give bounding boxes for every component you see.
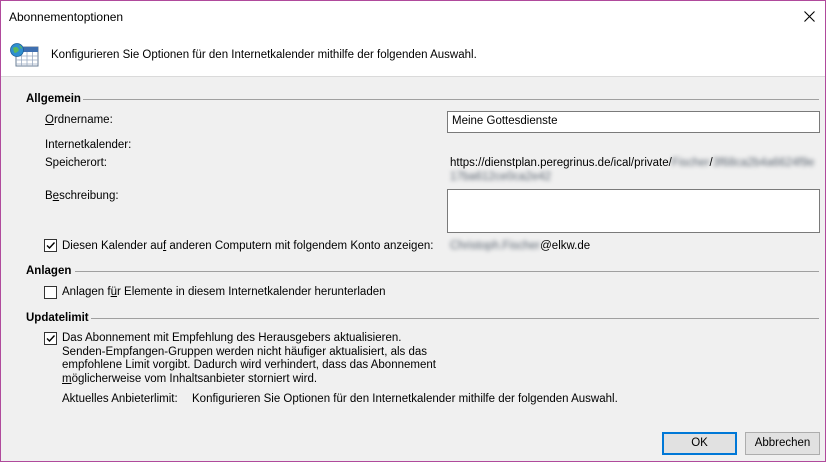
sync-other-computers-label: Diesen Kalender auf anderen Computern mi… bbox=[62, 240, 434, 252]
location-url: https://dienstplan.peregrinus.de/ical/pr… bbox=[450, 157, 815, 169]
checkmark-icon bbox=[46, 242, 56, 250]
close-button[interactable] bbox=[793, 1, 825, 32]
section-update-limit-heading: Updatelimit bbox=[26, 312, 89, 324]
title-bar: Abonnementoptionen bbox=[1, 1, 825, 32]
update-limit-line-2: Senden-Empfangen-Gruppen werden nicht hä… bbox=[62, 345, 428, 358]
provider-limit-label: Aktuelles Anbieterlimit: bbox=[62, 393, 178, 405]
folder-name-input[interactable]: Meine Gottesdienste bbox=[447, 111, 820, 133]
section-divider bbox=[75, 271, 819, 272]
update-limit-label: Das Abonnement mit Empfehlung des Heraus… bbox=[62, 332, 436, 386]
folder-name-label: Ordnername: bbox=[45, 114, 113, 126]
description-label: Beschreibung: bbox=[45, 190, 119, 202]
section-attachments-heading: Anlagen bbox=[26, 265, 72, 277]
provider-limit-value: Konfigurieren Sie Optionen für den Inter… bbox=[192, 393, 618, 405]
download-attachments-checkbox[interactable] bbox=[44, 286, 57, 299]
header-banner: Konfigurieren Sie Optionen für den Inter… bbox=[1, 32, 825, 77]
dialog-window: Abonnementoptionen Konfigurieren Sie Opt… bbox=[0, 0, 826, 462]
window-title: Abonnementoptionen bbox=[9, 10, 124, 24]
calendar-globe-icon bbox=[10, 43, 39, 67]
download-attachments-label: Anlagen für Elemente in diesem Internetk… bbox=[62, 286, 386, 298]
folder-name-value: Meine Gottesdienste bbox=[452, 115, 558, 127]
update-limit-line-3: empfohlene Limit vorgibt. Dadurch wird v… bbox=[62, 359, 436, 371]
account-value: Christoph.Fischer@elkw.de bbox=[450, 240, 591, 252]
update-limit-checkbox[interactable] bbox=[44, 332, 57, 345]
description-textarea[interactable] bbox=[447, 189, 820, 233]
location-url-continuation: 17ba612ce0ca2e42 bbox=[450, 171, 552, 183]
update-limit-line-4: möglicherweise vom Inhaltsanbieter storn… bbox=[62, 372, 318, 385]
section-divider bbox=[91, 318, 819, 319]
internet-calendar-label: Internetkalender: bbox=[45, 139, 132, 151]
sync-other-computers-checkbox[interactable] bbox=[44, 239, 57, 252]
cancel-button[interactable]: Abbrechen bbox=[745, 432, 820, 455]
banner-text: Konfigurieren Sie Optionen für den Inter… bbox=[51, 49, 477, 61]
section-general-heading: Allgemein bbox=[26, 93, 81, 105]
update-limit-line-1: Das Abonnement mit Empfehlung des Heraus… bbox=[62, 332, 402, 344]
section-divider bbox=[83, 99, 819, 100]
close-icon bbox=[803, 11, 815, 22]
checkmark-icon bbox=[46, 335, 56, 343]
ok-button[interactable]: OK bbox=[662, 432, 737, 455]
location-label: Speicherort: bbox=[45, 157, 108, 169]
